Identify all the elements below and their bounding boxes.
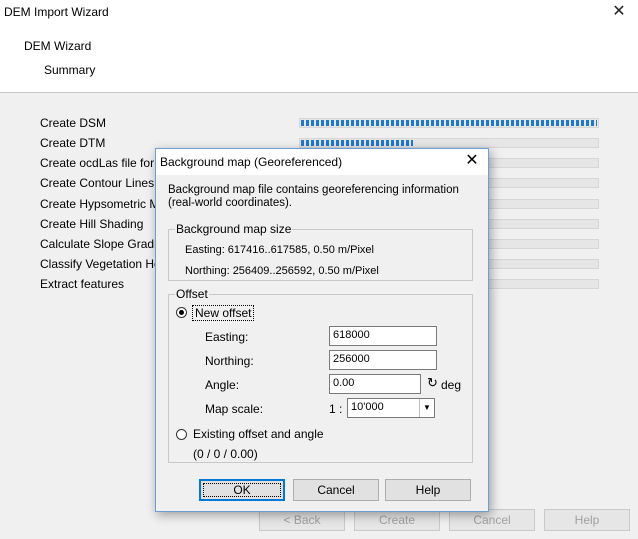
wizard-cancel-button[interactable]: Cancel <box>449 509 535 531</box>
wizard-help-button[interactable]: Help <box>544 509 630 531</box>
dialog-title: Background map (Georeferenced) <box>160 155 343 169</box>
step-progress-fill <box>301 120 597 126</box>
step-label: Classify Vegetation He <box>40 257 161 271</box>
existing-offset-value: (0 / 0 / 0.00) <box>193 447 258 461</box>
wizard-heading: DEM Wizard <box>24 39 92 53</box>
map-size-group: Background map size Easting: 617416..617… <box>168 222 473 281</box>
dialog-help-button[interactable]: Help <box>385 479 471 501</box>
wizard-titlebar: DEM Import Wizard ✕ <box>0 0 638 26</box>
existing-offset-label[interactable]: Existing offset and angle <box>193 427 324 441</box>
northing-input[interactable]: 256000 <box>329 350 437 370</box>
create-button[interactable]: Create <box>354 509 440 531</box>
chevron-down-icon[interactable]: ▼ <box>419 399 434 417</box>
northing-label: Northing: <box>205 354 254 368</box>
dialog-titlebar: Background map (Georeferenced) ✕ <box>156 149 488 175</box>
step-label: Create Contour Lines <box>40 176 155 190</box>
step-label: Create Hypsometric Ma <box>40 197 167 211</box>
step-label: Create Hill Shading <box>40 217 144 231</box>
angle-unit: deg <box>441 378 462 392</box>
map-scale-prefix: 1 : <box>329 402 343 416</box>
angle-label: Angle: <box>205 378 240 392</box>
radio-selected-dot <box>179 310 184 315</box>
map-scale-value: 10'000 <box>351 401 384 413</box>
map-scale-label: Map scale: <box>205 402 264 416</box>
map-scale-select[interactable]: 10'000 ▼ <box>347 398 435 418</box>
map-easting-range: Easting: 617416..617585, 0.50 m/Pixel <box>185 244 374 256</box>
offset-group: Offset New offset Easting: 618000 Northi… <box>168 287 473 463</box>
ok-button-label: OK <box>233 483 251 497</box>
new-offset-label[interactable]: New offset <box>192 305 255 321</box>
easting-label: Easting: <box>205 330 249 344</box>
step-label: Calculate Slope Gradie <box>40 237 164 251</box>
background-map-dialog: Background map (Georeferenced) ✕ Backgro… <box>155 148 489 512</box>
map-size-caption: Background map size <box>175 222 293 236</box>
easting-input[interactable]: 618000 <box>329 326 437 346</box>
step-label: Create DTM <box>40 136 106 150</box>
dialog-message: Background map file contains georeferenc… <box>168 184 459 209</box>
step-progress-fill <box>301 140 414 146</box>
map-northing-range: Northing: 256409..256592, 0.50 m/Pixel <box>185 265 379 277</box>
step-label: Create ocdLas file for L <box>40 156 165 170</box>
wizard-header: DEM Wizard Summary <box>0 26 638 93</box>
wizard-title: DEM Import Wizard <box>4 5 109 19</box>
step-progress-bar <box>299 118 599 128</box>
angle-input[interactable]: 0.00 <box>329 374 421 394</box>
wizard-subheading: Summary <box>44 63 96 77</box>
dialog-close-icon[interactable]: ✕ <box>461 151 483 173</box>
back-button[interactable]: < Back <box>259 509 345 531</box>
dialog-cancel-button[interactable]: Cancel <box>293 479 379 501</box>
step-label: Create DSM <box>40 116 107 130</box>
offset-caption: Offset <box>175 287 209 301</box>
new-offset-radio[interactable] <box>176 307 187 318</box>
existing-offset-radio[interactable] <box>176 429 187 440</box>
wizard-close-icon[interactable]: ✕ <box>608 2 630 24</box>
step-label: Extract features <box>40 277 125 291</box>
ok-button[interactable]: OK <box>199 479 285 501</box>
rotate-icon[interactable]: ↻ <box>427 375 438 391</box>
step-progress-bar <box>299 138 599 148</box>
